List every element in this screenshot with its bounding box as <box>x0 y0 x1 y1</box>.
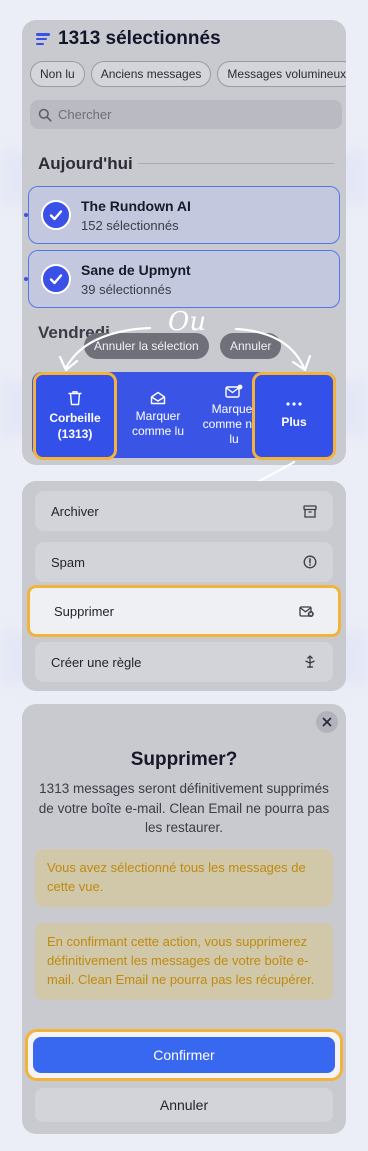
delete-dialog: Supprimer? 1313 messages seront définiti… <box>22 704 346 1134</box>
warning-box: Vous avez sélectionné tous les messages … <box>35 849 333 907</box>
dialog-title: Supprimer? <box>130 749 238 770</box>
menu-item-delete[interactable]: Supprimer <box>27 585 341 637</box>
archive-icon <box>303 504 317 518</box>
confirm-highlight: Confirmer <box>25 1029 343 1081</box>
confirm-button[interactable]: Confirmer <box>33 1037 335 1073</box>
menu-item-spam[interactable]: Spam <box>35 542 333 582</box>
close-button[interactable] <box>316 711 338 733</box>
spam-icon <box>303 555 317 569</box>
menu-item-label: Archiver <box>51 503 99 519</box>
dialog-body: 1313 messages seront définitivement supp… <box>38 781 330 836</box>
delete-mail-icon <box>299 605 314 617</box>
menu-item-label: Supprimer <box>54 603 114 619</box>
close-icon <box>322 717 332 727</box>
menu-item-label: Spam <box>51 554 85 570</box>
rule-icon <box>305 655 315 668</box>
menu-item-archive[interactable]: Archiver <box>35 491 333 531</box>
more-menu: Archiver Spam Supprimer Créer une règle <box>22 481 346 691</box>
cancel-button[interactable]: Annuler <box>35 1088 333 1122</box>
menu-item-create-rule[interactable]: Créer une règle <box>35 642 333 682</box>
menu-item-label: Créer une règle <box>51 654 142 670</box>
warning-box: En confirmant cette action, vous supprim… <box>35 923 333 1000</box>
